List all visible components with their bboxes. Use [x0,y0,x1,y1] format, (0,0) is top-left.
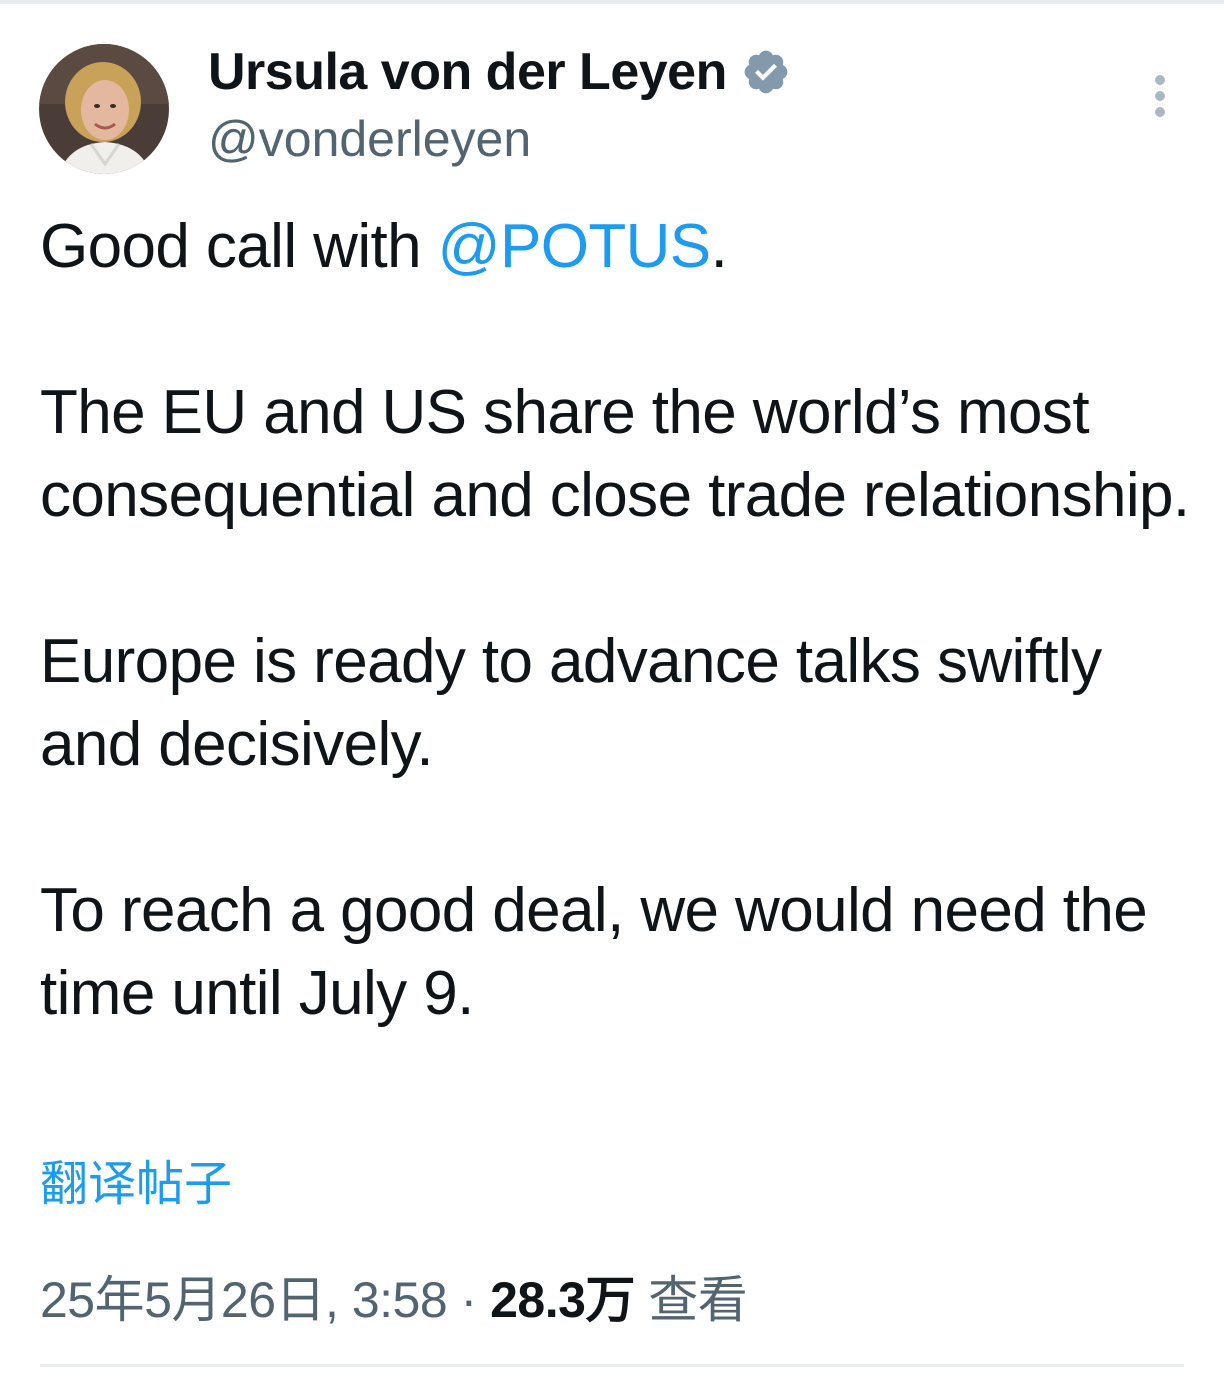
tweet-paragraph-3: Europe is ready to advance talks swiftly… [40,627,1102,779]
views-label[interactable]: 查看 [635,1272,748,1328]
tweet-line1-suffix: . [710,212,728,281]
meta-separator: · [447,1272,491,1328]
top-divider [0,0,1224,4]
more-vertical-icon[interactable] [1140,70,1180,126]
author-name-row[interactable]: Ursula von der Leyen [208,40,791,104]
avatar[interactable] [39,44,169,174]
tweet-paragraph-4: To reach a good deal, we would need the … [40,876,1148,1028]
avatar-photo [39,44,169,174]
author-display-name[interactable]: Ursula von der Leyen [208,42,727,102]
timestamp-link[interactable]: 25年5月26日, 3:58 [40,1272,448,1328]
mention-link[interactable]: @POTUS [438,212,712,281]
tweet-line1-prefix: Good call with [40,212,438,281]
bottom-divider [40,1364,1184,1367]
translate-post-link[interactable]: 翻译帖子 [40,1144,232,1214]
tweet-meta: 25年5月26日, 3:58 · 28.3万 查看 [40,1260,748,1332]
tweet-paragraph-1: Good call with @POTUS. [40,205,1190,288]
tweet-paragraph-2: The EU and US share the world’s most con… [40,378,1190,530]
verified-badge-icon [741,47,791,97]
tweet-text: Good call with @POTUS. The EU and US sha… [40,205,1190,1035]
author-handle[interactable]: @vonderleyen [208,110,531,168]
views-count[interactable]: 28.3万 [490,1272,635,1328]
